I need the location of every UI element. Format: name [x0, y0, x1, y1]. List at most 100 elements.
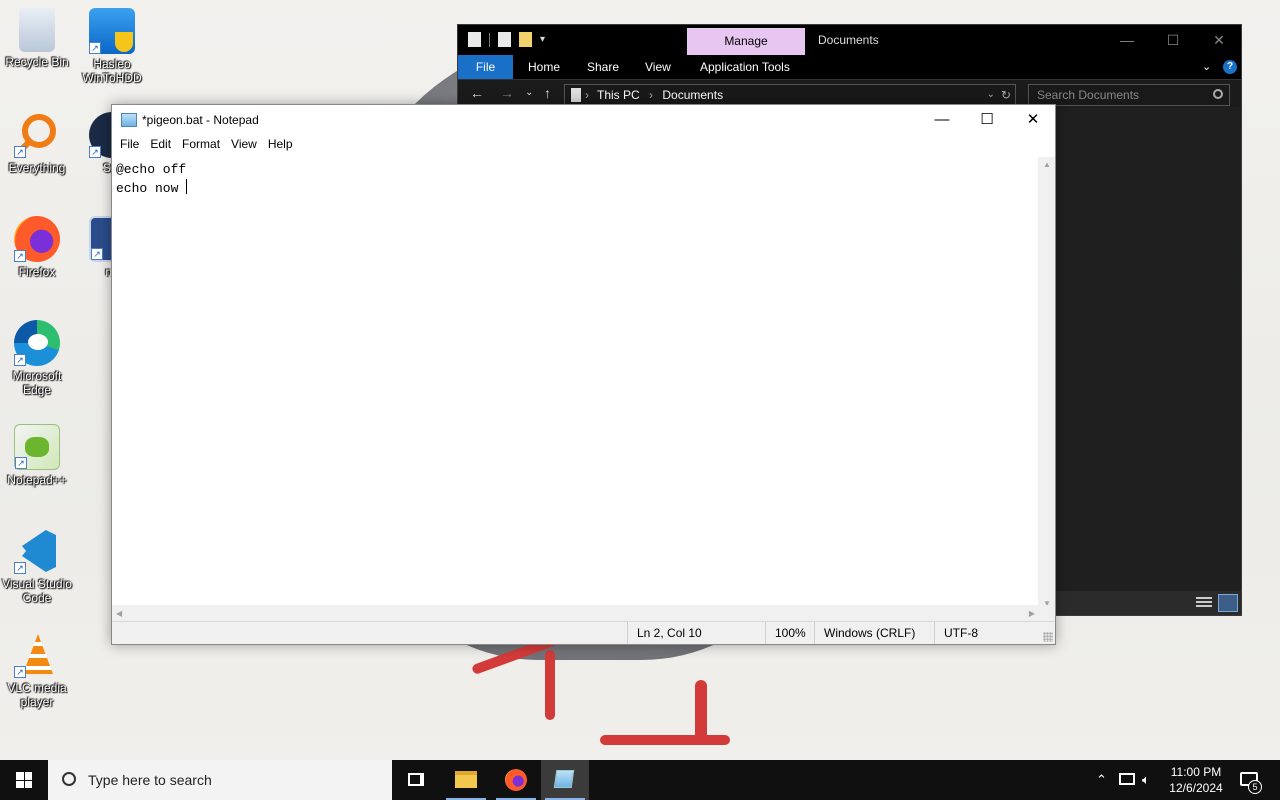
- folder-icon: [455, 771, 477, 788]
- back-arrow-icon[interactable]: ←: [470, 85, 484, 101]
- close-button[interactable]: ✕: [1010, 105, 1056, 135]
- horizontal-scrollbar[interactable]: ◀ ▶: [112, 605, 1039, 622]
- shortcut-arrow-icon: ↗: [15, 457, 27, 469]
- menu-view[interactable]: View: [227, 135, 264, 155]
- menu-format[interactable]: Format: [178, 135, 227, 155]
- status-encoding: UTF-8: [934, 622, 1037, 644]
- forward-arrow-icon[interactable]: →: [500, 85, 514, 101]
- shortcut-arrow-icon: ↗: [14, 666, 26, 678]
- refresh-icon[interactable]: ↻: [1001, 85, 1011, 105]
- volume-muted-icon[interactable]: 🔈︎: [1142, 760, 1150, 800]
- window-title: *pigeon.bat - Notepad: [142, 113, 259, 127]
- minimize-button[interactable]: —: [1104, 25, 1150, 55]
- explorer-search-input[interactable]: Search Documents: [1028, 84, 1230, 106]
- action-center-button[interactable]: 5: [1232, 760, 1280, 800]
- tab-share[interactable]: Share: [587, 55, 619, 79]
- shortcut-arrow-icon: ↗: [14, 562, 26, 574]
- taskbar-notepad[interactable]: [541, 760, 589, 800]
- ribbon-expand-icon[interactable]: ⌄: [1202, 55, 1211, 79]
- shortcut-arrow-icon: ↗: [91, 248, 103, 260]
- explorer-titlebar[interactable]: ▾ Manage Documents — ☐ ✕: [458, 25, 1241, 55]
- vertical-scrollbar[interactable]: ▲ ▼: [1038, 157, 1055, 611]
- start-button[interactable]: [0, 760, 48, 800]
- notepad-window[interactable]: *pigeon.bat - Notepad — ☐ ✕ File Edit Fo…: [111, 104, 1056, 645]
- editor-line: @echo off: [116, 162, 187, 177]
- windows-logo-icon: [16, 772, 32, 788]
- address-input[interactable]: › This PC › Documents ⌄ ↻: [564, 84, 1016, 106]
- checklist-icon[interactable]: [498, 32, 511, 47]
- resize-grip-icon[interactable]: [1043, 632, 1053, 642]
- notification-count-badge: 5: [1248, 780, 1262, 794]
- clock-time: 11:00 PM: [1170, 765, 1222, 779]
- maximize-button[interactable]: ☐: [1150, 25, 1196, 55]
- menu-bar: File Edit Format View Help: [112, 135, 1055, 155]
- task-view-icon: [408, 773, 424, 786]
- breadcrumb-documents[interactable]: Documents: [662, 88, 723, 102]
- explorer-ribbon: File Home Share View Application Tools ⌄…: [458, 55, 1241, 79]
- maximize-button[interactable]: ☐: [964, 105, 1010, 135]
- firefox-icon: ↗: [14, 216, 60, 262]
- edge-icon: ↗: [14, 320, 60, 366]
- desktop-icon-hasleo[interactable]: ↗ Hasleo WinToHDD: [75, 8, 149, 85]
- desktop-icon-everything[interactable]: ↗ Everything: [0, 112, 74, 175]
- desktop-icon-edge[interactable]: ↗ Microsoft Edge: [0, 320, 74, 397]
- qat-dropdown-icon[interactable]: ▾: [540, 34, 545, 45]
- tab-home[interactable]: Home: [528, 55, 560, 79]
- menu-edit[interactable]: Edit: [146, 135, 178, 155]
- pc-icon: [571, 88, 581, 102]
- network-icon[interactable]: [1119, 773, 1135, 785]
- menu-file[interactable]: File: [116, 135, 146, 155]
- new-folder-icon[interactable]: [519, 32, 532, 47]
- breadcrumb-separator-icon: ›: [649, 88, 654, 102]
- text-caret: [186, 179, 188, 194]
- explorer-address-bar: ← → ⌄ ↑ › This PC › Documents ⌄ ↻ Search…: [458, 79, 1241, 107]
- search-icon: [62, 772, 76, 786]
- recent-locations-icon[interactable]: ⌄: [525, 87, 533, 98]
- desktop-icon-vscode[interactable]: ↗ Visual Studio Code: [0, 528, 74, 605]
- shortcut-arrow-icon: ↗: [14, 146, 26, 158]
- desktop-icon-vlc[interactable]: ↗ VLC media player: [0, 632, 74, 709]
- taskbar-file-explorer[interactable]: [442, 760, 490, 800]
- editor-line: echo now: [116, 181, 187, 196]
- menu-help[interactable]: Help: [264, 135, 300, 155]
- taskbar: Type here to search ⌃ 🔈︎ 11:00 PM 12/6/2…: [0, 760, 1280, 800]
- address-dropdown-icon[interactable]: ⌄: [987, 85, 995, 105]
- desktop-icon-label: Everything: [8, 161, 66, 175]
- notepad-status-bar: Ln 2, Col 10 100% Windows (CRLF) UTF-8: [112, 621, 1055, 644]
- close-button[interactable]: ✕: [1196, 25, 1242, 55]
- scrollbar-corner: [1038, 605, 1055, 622]
- help-icon[interactable]: ?: [1223, 60, 1237, 74]
- task-view-button[interactable]: [392, 760, 440, 800]
- large-icons-view-icon[interactable]: [1218, 594, 1238, 612]
- scroll-up-icon[interactable]: ▲: [1043, 160, 1051, 169]
- details-view-icon[interactable]: [1196, 597, 1212, 609]
- status-cursor-position: Ln 2, Col 10: [627, 622, 765, 644]
- desktop-icon-label: Notepad++: [7, 473, 67, 487]
- tab-application-tools[interactable]: Application Tools: [700, 55, 790, 79]
- taskbar-search-box[interactable]: Type here to search: [48, 760, 392, 800]
- desktop-icon-label: Hasleo WinToHDD: [82, 57, 142, 85]
- properties-icon[interactable]: [468, 32, 481, 47]
- minimize-button[interactable]: —: [919, 105, 965, 135]
- scroll-right-icon[interactable]: ▶: [1029, 609, 1035, 618]
- show-hidden-icons-button[interactable]: ⌃: [1096, 760, 1107, 800]
- magnifier-icon: ↗: [14, 112, 60, 158]
- notepad-plus-plus-icon: ↗: [14, 424, 60, 470]
- desktop-icon-label: VLC media player: [7, 681, 67, 709]
- taskbar-firefox[interactable]: [492, 760, 540, 800]
- tab-file[interactable]: File: [458, 55, 513, 79]
- breadcrumb-this-pc[interactable]: This PC: [597, 88, 640, 102]
- text-editor[interactable]: @echo off echo now: [112, 157, 1039, 611]
- tab-view[interactable]: View: [645, 55, 671, 79]
- desktop-icon-notepad-plus-plus[interactable]: ↗ Notepad++: [0, 424, 74, 487]
- up-arrow-icon[interactable]: ↑: [544, 85, 551, 101]
- desktop-icon-recycle-bin[interactable]: Recycle Bin: [0, 8, 74, 69]
- desktop-icon-firefox[interactable]: ↗ Firefox: [0, 216, 74, 279]
- notepad-titlebar[interactable]: *pigeon.bat - Notepad — ☐ ✕: [112, 105, 1055, 135]
- scroll-left-icon[interactable]: ◀: [116, 609, 122, 618]
- firefox-icon: [505, 769, 527, 791]
- system-clock[interactable]: 11:00 PM 12/6/2024: [1160, 764, 1232, 796]
- tab-manage[interactable]: Manage: [687, 28, 805, 55]
- notepad-icon: [553, 770, 575, 788]
- search-icon: [1213, 89, 1223, 99]
